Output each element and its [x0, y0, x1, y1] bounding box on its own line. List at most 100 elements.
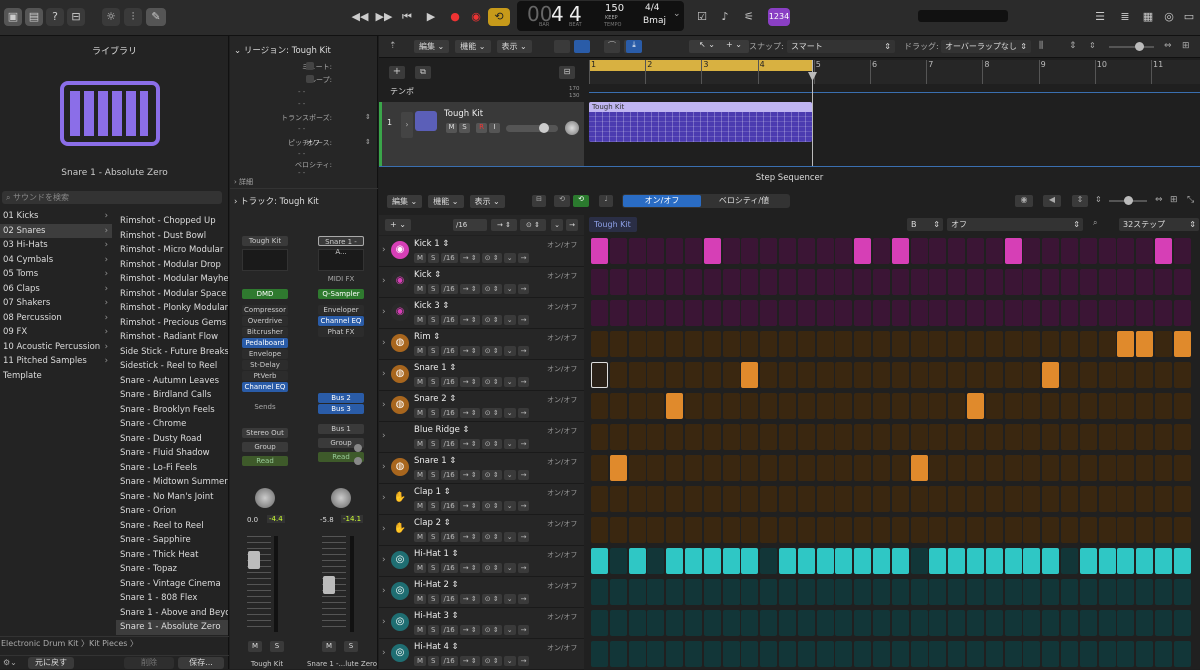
step-cell[interactable]: [1098, 269, 1116, 295]
step-cell[interactable]: [1117, 393, 1135, 419]
step-cell[interactable]: [609, 517, 627, 543]
step-cell[interactable]: [609, 548, 627, 574]
step-cell[interactable]: [816, 269, 834, 295]
step-cell[interactable]: [948, 393, 966, 419]
strip1-fader[interactable]: [248, 551, 260, 569]
step-cell[interactable]: [779, 331, 796, 357]
metronome-small-icon[interactable]: ♩: [599, 195, 613, 207]
step-cell[interactable]: [891, 300, 909, 326]
step-cell[interactable]: [1061, 331, 1078, 357]
step-cell[interactable]: [722, 455, 740, 481]
step-cell[interactable]: [929, 486, 947, 512]
row-control[interactable]: ⌄: [503, 284, 516, 294]
chevron-right-icon[interactable]: ›: [382, 245, 386, 255]
row-mute-button[interactable]: M: [414, 377, 427, 387]
step-cell[interactable]: [891, 393, 909, 419]
step-cell[interactable]: [967, 579, 984, 605]
step-cell[interactable]: [816, 362, 834, 388]
step-cell[interactable]: [1023, 238, 1041, 264]
plugin-slot[interactable]: Compressor: [242, 305, 288, 315]
step-cell[interactable]: [854, 610, 872, 636]
step-cell[interactable]: [779, 517, 796, 543]
step-cell[interactable]: [985, 486, 1003, 512]
step-cell[interactable]: [666, 486, 684, 512]
step-cell[interactable]: [873, 517, 890, 543]
step-cell[interactable]: [1155, 238, 1172, 264]
step-cell[interactable]: [1023, 641, 1041, 667]
step-row-mode[interactable]: オン/オフ: [547, 364, 577, 374]
step-cell[interactable]: [1004, 455, 1022, 481]
row-solo-button[interactable]: S: [428, 408, 439, 418]
step-cell[interactable]: [1061, 486, 1078, 512]
step-row-header[interactable]: › ◍ Snare 1 ⇕ オン/オフ M S/16 → ⇕ ⊙ ⇕ ⌄ →: [379, 453, 584, 484]
step-cell[interactable]: [1173, 424, 1191, 450]
plugin-slot[interactable]: Overdrive: [242, 316, 288, 326]
notepad-icon[interactable]: ☰: [1091, 8, 1109, 26]
strip1-setting-button[interactable]: Tough Kit: [242, 236, 288, 246]
step-row-header[interactable]: › ◉ Kick 3 ⇕ オン/オフ M S/16 → ⇕ ⊙ ⇕ ⌄ →: [379, 298, 584, 329]
library-category[interactable]: Template: [0, 369, 112, 384]
step-cell[interactable]: [1117, 300, 1135, 326]
row-resolution[interactable]: /16: [440, 501, 458, 511]
step-cell[interactable]: [1117, 238, 1135, 264]
step-cell[interactable]: [1004, 393, 1022, 419]
step-cell[interactable]: [891, 517, 909, 543]
step-cell[interactable]: [628, 424, 646, 450]
step-cell[interactable]: [929, 548, 947, 574]
step-cell[interactable]: [1117, 641, 1135, 667]
step-cell[interactable]: [1136, 486, 1154, 512]
row-resolution[interactable]: /16: [440, 532, 458, 542]
row-control[interactable]: → ⇕: [459, 656, 480, 666]
step-cell[interactable]: [685, 641, 702, 667]
row-mute-button[interactable]: M: [414, 284, 427, 294]
step-cell[interactable]: [779, 610, 796, 636]
step-cell[interactable]: [835, 300, 853, 326]
strip2-output[interactable]: Bus 1: [318, 424, 364, 434]
lcd-chevron-icon[interactable]: ⌄: [673, 9, 681, 19]
ss-view-icon[interactable]: ⊟: [532, 195, 546, 207]
step-cell[interactable]: [1155, 362, 1172, 388]
step-cell[interactable]: [628, 517, 646, 543]
step-cell[interactable]: [854, 579, 872, 605]
step-cell[interactable]: [760, 548, 778, 574]
step-cell[interactable]: [1042, 424, 1060, 450]
step-row-mode[interactable]: オン/オフ: [547, 457, 577, 467]
strip2-send-knob-2[interactable]: [354, 457, 362, 465]
step-cell[interactable]: [685, 610, 702, 636]
track-record-button[interactable]: R: [476, 123, 487, 133]
plugin-slot[interactable]: Pedalboard: [242, 338, 288, 348]
row-control[interactable]: → ⇕: [459, 625, 480, 635]
vertical-zoom-icon[interactable]: ⇕: [1069, 41, 1077, 51]
row-resolution[interactable]: /16: [440, 315, 458, 325]
step-cell[interactable]: [910, 393, 928, 419]
step-cell[interactable]: [779, 238, 796, 264]
step-cell[interactable]: [647, 300, 665, 326]
step-cell[interactable]: [760, 331, 778, 357]
step-cell[interactable]: [1155, 424, 1172, 450]
step-cell[interactable]: [1098, 424, 1116, 450]
step-cell[interactable]: [1042, 486, 1060, 512]
row-control[interactable]: ⊙ ⇕: [481, 470, 502, 480]
row-control[interactable]: →: [517, 594, 530, 604]
step-cell[interactable]: [647, 331, 665, 357]
step-cell[interactable]: [1023, 300, 1041, 326]
step-row-mode[interactable]: オン/オフ: [547, 581, 577, 591]
row-control[interactable]: ⌄: [503, 563, 516, 573]
collapse-icon[interactable]: ⤡: [1187, 195, 1194, 205]
step-cell[interactable]: [1079, 238, 1097, 264]
step-cell[interactable]: [647, 517, 665, 543]
step-cell[interactable]: [1042, 362, 1060, 388]
list-editors-icon[interactable]: ☑: [693, 8, 711, 26]
step-cell[interactable]: [1004, 641, 1022, 667]
step-row-header[interactable]: › ◎ Hi-Hat 3 ⇕ オン/オフ M S/16 → ⇕ ⊙ ⇕ ⌄ →: [379, 608, 584, 639]
chevron-right-icon[interactable]: ›: [382, 617, 386, 627]
step-cell[interactable]: [854, 269, 872, 295]
strip1-pan-knob[interactable]: [255, 488, 275, 508]
step-cell[interactable]: [1061, 548, 1078, 574]
menu-2[interactable]: 表示 ⌄: [496, 40, 532, 53]
row-control[interactable]: → ⇕: [459, 253, 480, 263]
editors-icon[interactable]: ✎: [146, 8, 166, 26]
step-cell[interactable]: [703, 548, 721, 574]
step-cell[interactable]: [1117, 362, 1135, 388]
step-cell[interactable]: [741, 362, 759, 388]
